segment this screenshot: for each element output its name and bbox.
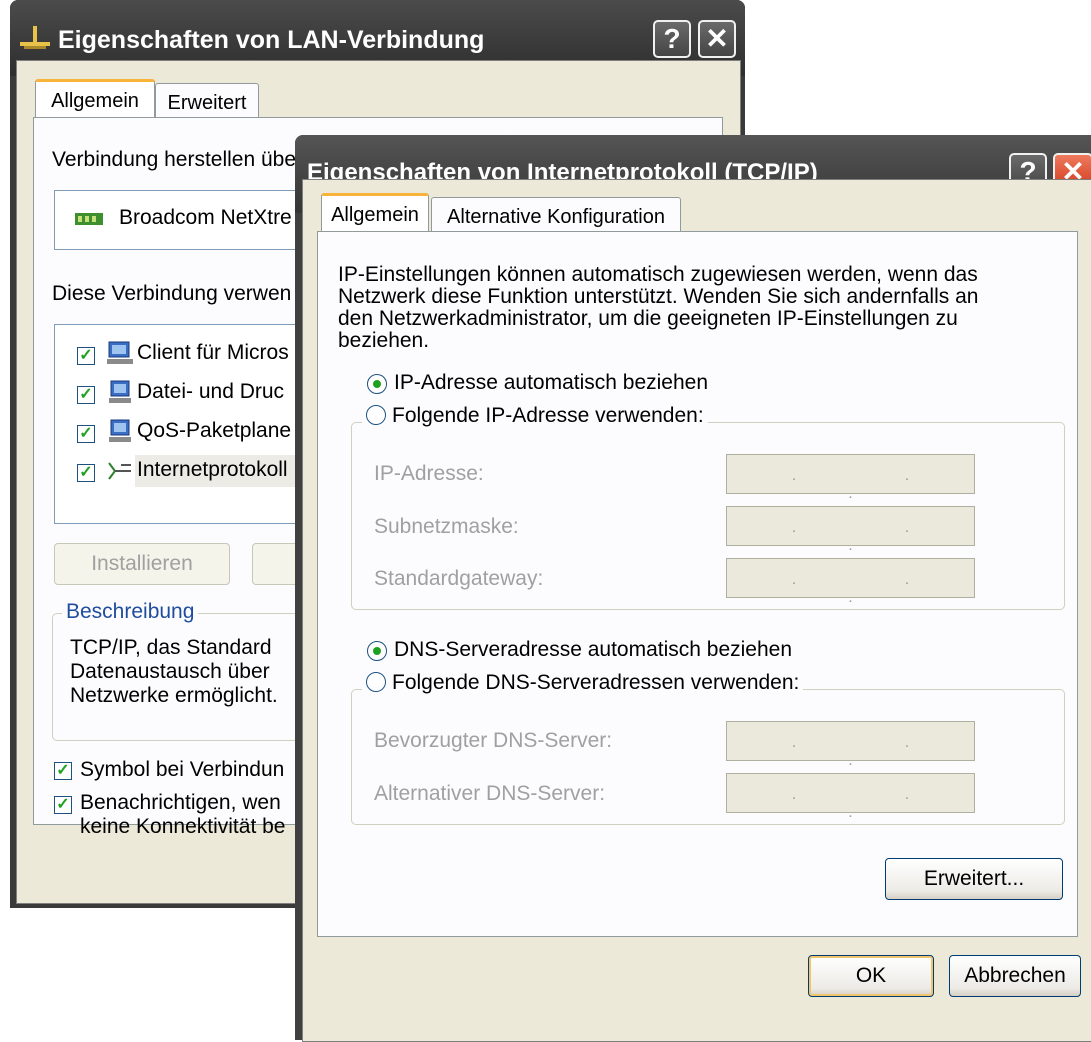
intro-line-1: IP-Einstellungen können automatisch zuge… [338,263,978,286]
dns-alternate-field[interactable]: . . . [726,773,975,821]
network-service-icon [109,419,131,442]
notify-label-line-1: Benachrichtigen, wen [80,791,281,814]
tcpip-tab-panel: IP-Einstellungen können automatisch zuge… [317,231,1078,937]
lan-close-button[interactable]: ✕ [698,20,736,58]
dns-preferred-field[interactable]: . . . [726,721,975,769]
description-line-2: Datenaustausch über [70,660,270,683]
ip-address-separators: . . . [791,467,962,502]
network-adapter-icon [75,213,103,225]
dns-manual-legend: Folgende DNS-Serveradressen verwenden: [362,671,804,695]
adapter-name: Broadcom NetXtre [119,206,292,229]
ip-auto-label: IP-Adresse automatisch beziehen [394,371,709,394]
ok-button[interactable]: OK [808,955,934,997]
advanced-button[interactable]: Erweitert... [885,858,1063,900]
notify-label-line-2: keine Konnektivität be [80,815,286,838]
tcpip-properties-window: Eigenschaften von Internetprotokoll (TCP… [295,135,1091,1042]
show-icon-label: Symbol bei Verbindun [80,758,285,781]
dns-auto-label: DNS-Serveradresse automatisch beziehen [394,638,793,661]
dns-preferred-separators: . . . [791,734,962,769]
subnet-field[interactable]: . . . [726,506,975,554]
lan-window-title: Eigenschaften von LAN-Verbindung [58,26,485,54]
ip-manual-radio[interactable] [366,405,386,425]
show-icon-checkbox[interactable]: ✓ [54,762,72,780]
cancel-button[interactable]: Abbrechen [949,955,1081,997]
gateway-field[interactable]: . . . [726,558,975,606]
protocol-icon [108,462,131,480]
component-checkbox-file-print[interactable]: ✓ [77,386,95,404]
subnet-label: Subnetzmaske: [374,515,519,538]
component-label-qos: QoS-Paketplane [137,419,292,442]
intro-line-2: Netzwerk diese Funktion unterstützt. Wen… [338,285,979,308]
ip-manual-legend: Folgende IP-Adresse verwenden: [362,404,708,428]
network-client-icon [107,341,133,364]
lan-help-button[interactable]: ? [653,20,691,58]
component-label-tcpip[interactable]: Internetprotokoll [137,458,288,482]
lan-tab-allgemein[interactable]: Allgemein [35,79,155,117]
network-connection-icon [20,26,50,49]
ip-auto-radio[interactable] [367,374,387,394]
ip-manual-label: Folgende IP-Adresse verwenden: [392,404,704,427]
component-checkbox-qos[interactable]: ✓ [77,425,95,443]
gateway-label: Standardgateway: [374,567,544,590]
dns-manual-radio[interactable] [366,672,386,692]
ip-address-field[interactable]: . . . [726,454,975,502]
intro-line-3: den Netzwerkadministrator, um die geeign… [338,307,958,330]
subnet-separators: . . . [791,519,962,554]
dns-alternate-label: Alternativer DNS-Server: [374,782,606,805]
description-line-3: Netzwerke ermöglicht. [70,684,278,707]
component-label-client: Client für Micros [137,341,289,364]
component-checkbox-tcpip[interactable]: ✓ [77,464,95,482]
dns-auto-radio[interactable] [367,641,387,661]
install-button[interactable]: Installieren [54,543,230,585]
component-label-file-print: Datei- und Druc [137,380,285,403]
dns-preferred-label: Bevorzugter DNS-Server: [374,729,613,752]
lan-tab-erweitert[interactable]: Erweitert [155,83,259,117]
component-checkbox-client[interactable]: ✓ [77,347,95,365]
tcpip-window-body: Allgemein Alternative Konfiguration IP-E… [302,179,1091,1042]
notify-checkbox[interactable]: ✓ [54,796,72,814]
tcpip-tab-allgemein[interactable]: Allgemein [321,193,429,231]
dns-alternate-separators: . . . [791,786,962,821]
uses-items-label: Diese Verbindung verwen [52,282,292,305]
gateway-separators: . . . [791,571,962,606]
description-legend: Beschreibung [62,600,199,624]
ip-address-label: IP-Adresse: [374,462,484,485]
tcpip-tab-alternative[interactable]: Alternative Konfiguration [431,197,681,231]
intro-line-4: beziehen. [338,329,430,352]
description-line-1: TCP/IP, das Standard [70,636,272,659]
network-service-icon [109,380,131,403]
dns-manual-label: Folgende DNS-Serveradressen verwenden: [392,671,800,694]
connect-using-label: Verbindung herstellen übe [52,148,297,171]
